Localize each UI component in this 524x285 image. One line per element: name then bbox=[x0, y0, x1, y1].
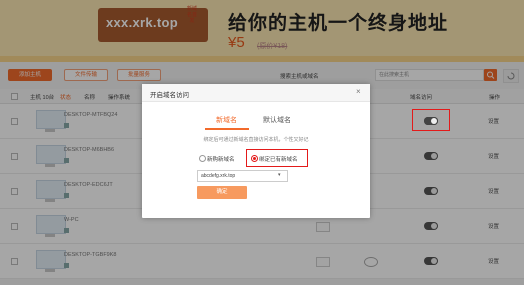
tab-default-domain[interactable]: 默认域名 bbox=[263, 115, 291, 125]
toggle-knob bbox=[431, 118, 437, 124]
option-new-domain-label[interactable]: 新购新域名 bbox=[207, 155, 235, 163]
modal-header: 开启域名访问 × bbox=[142, 84, 370, 102]
domain-select[interactable]: abcdefg.xrk.top bbox=[197, 170, 288, 182]
tab-underline bbox=[205, 128, 249, 130]
radio-new-domain[interactable] bbox=[199, 155, 206, 162]
confirm-button[interactable]: 确定 bbox=[197, 186, 247, 199]
modal-hint: 绑定后可通过新域名直接访问本机，个性又好记 bbox=[203, 137, 309, 143]
close-icon[interactable]: × bbox=[356, 87, 361, 96]
modal-title: 开启域名访问 bbox=[150, 92, 189, 99]
radio-existing-domain[interactable] bbox=[251, 155, 258, 162]
tab-new-domain[interactable]: 新域名 bbox=[216, 115, 237, 125]
chevron-down-icon: ▾ bbox=[278, 172, 281, 178]
highlighted-domain-toggle[interactable] bbox=[424, 117, 438, 125]
domain-access-modal: 开启域名访问 × 新域名 默认域名 绑定后可通过新域名直接访问本机，个性又好记 … bbox=[142, 84, 370, 218]
radio-selected-dot bbox=[253, 157, 256, 160]
option-existing-domain-label[interactable]: 绑定已有新域名 bbox=[259, 155, 298, 163]
